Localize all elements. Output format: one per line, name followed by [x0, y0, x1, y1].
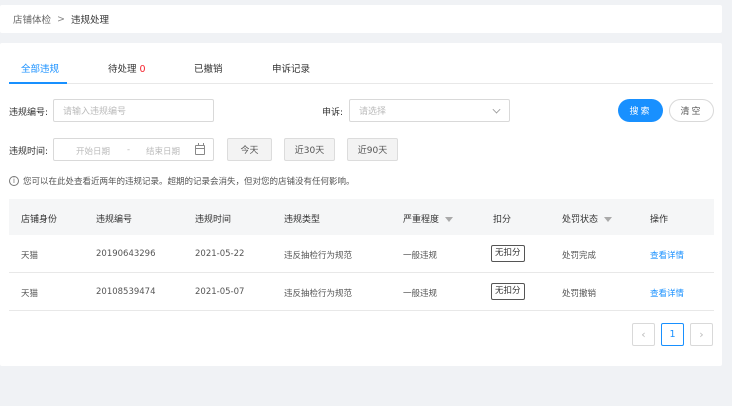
tab-bar: 全部违规 待处理 0 已撤销 申诉记录 — [9, 57, 713, 84]
calendar-icon — [195, 143, 205, 155]
filter-icon[interactable] — [445, 217, 454, 222]
quick-90-days-button[interactable]: 近90天 — [347, 138, 398, 161]
breadcrumb-parent[interactable]: 店铺体检 — [13, 12, 51, 26]
clear-button[interactable]: 清空 — [669, 99, 714, 122]
cell-penalty-status: 处罚完成 — [562, 251, 597, 261]
cell-violation-type: 违反抽检行为规范 — [284, 251, 353, 261]
main-card: 全部违规 待处理 0 已撤销 申诉记录 违规编号: 请输入违规编号 申诉: 请选… — [0, 43, 722, 366]
info-icon: i — [9, 176, 19, 186]
tab-revoked[interactable]: 已撤销 — [194, 61, 223, 75]
tab-appeal-records[interactable]: 申诉记录 — [272, 61, 310, 75]
violation-no-label: 违规编号: — [9, 108, 49, 118]
tab-pending[interactable]: 待处理 0 — [108, 61, 146, 75]
end-date-placeholder[interactable]: 结束日期 — [146, 145, 180, 157]
filter-icon[interactable] — [604, 217, 613, 222]
col-action: 操作 — [650, 215, 669, 225]
search-button[interactable]: 搜索 — [618, 99, 663, 122]
col-penalty-status: 处罚状态 — [562, 212, 613, 225]
table-header: 店铺身份 违规编号 违规时间 违规类型 严重程度 扣分 处罚状态 操作 — [9, 199, 714, 235]
table-row: 天猫 20108539474 2021-05-07 违反抽检行为规范 一般违规 … — [9, 273, 714, 311]
breadcrumb: 店铺体检 > 违规处理 — [0, 5, 722, 33]
range-separator: - — [127, 145, 131, 155]
pending-count: 0 — [139, 64, 146, 75]
notice: i 您可以在此处查看近两年的违规记录。超期的记录会消失，但对您的店铺没有任何影响… — [9, 175, 355, 187]
notice-text: 您可以在此处查看近两年的违规记录。超期的记录会消失，但对您的店铺没有任何影响。 — [23, 177, 355, 187]
start-date-placeholder[interactable]: 开始日期 — [76, 145, 110, 157]
cell-severity: 一般违规 — [403, 251, 438, 261]
appeal-select[interactable]: 请选择 — [349, 99, 510, 122]
col-identity: 店铺身份 — [21, 215, 58, 225]
appeal-label: 申诉: — [322, 108, 344, 118]
page-1-button[interactable]: 1 — [661, 323, 684, 346]
quick-today-button[interactable]: 今天 — [227, 138, 272, 161]
cell-violation-time: 2021-05-07 — [195, 287, 245, 297]
cell-violation-type: 违反抽检行为规范 — [284, 289, 353, 299]
view-details-link[interactable]: 查看详情 — [650, 287, 684, 299]
quick-30-days-button[interactable]: 近30天 — [284, 138, 335, 161]
prev-page-button[interactable]: ‹ — [632, 323, 655, 346]
col-severity: 严重程度 — [403, 212, 454, 225]
cell-violation-time: 2021-05-22 — [195, 249, 245, 259]
cell-violation-no: 20190643296 — [96, 249, 156, 259]
col-violation-time: 违规时间 — [195, 215, 232, 225]
next-page-button[interactable]: › — [690, 323, 713, 346]
cell-identity: 天猫 — [21, 289, 39, 299]
col-violation-no: 违规编号 — [96, 215, 133, 225]
breadcrumb-current: 违规处理 — [70, 15, 109, 26]
table-row: 天猫 20190643296 2021-05-22 违反抽检行为规范 一般违规 … — [9, 235, 714, 273]
cell-identity: 天猫 — [21, 251, 39, 261]
cell-violation-no: 20108539474 — [96, 287, 156, 297]
col-points: 扣分 — [493, 215, 512, 225]
cell-penalty-status: 处罚撤销 — [562, 289, 597, 299]
chevron-down-icon — [492, 105, 501, 114]
cell-severity: 一般违规 — [403, 289, 438, 299]
violation-no-input[interactable]: 请输入违规编号 — [53, 99, 214, 122]
col-violation-type: 违规类型 — [284, 215, 321, 225]
date-range-picker[interactable]: 开始日期 - 结束日期 — [53, 138, 214, 161]
breadcrumb-separator: > — [57, 13, 65, 25]
points-tag: 无扣分 — [491, 283, 525, 300]
view-details-link[interactable]: 查看详情 — [650, 249, 684, 261]
points-tag: 无扣分 — [491, 245, 525, 262]
active-tab-indicator — [9, 82, 67, 84]
violation-time-label: 违规时间: — [9, 147, 49, 157]
tab-all-violations[interactable]: 全部违规 — [21, 61, 59, 75]
